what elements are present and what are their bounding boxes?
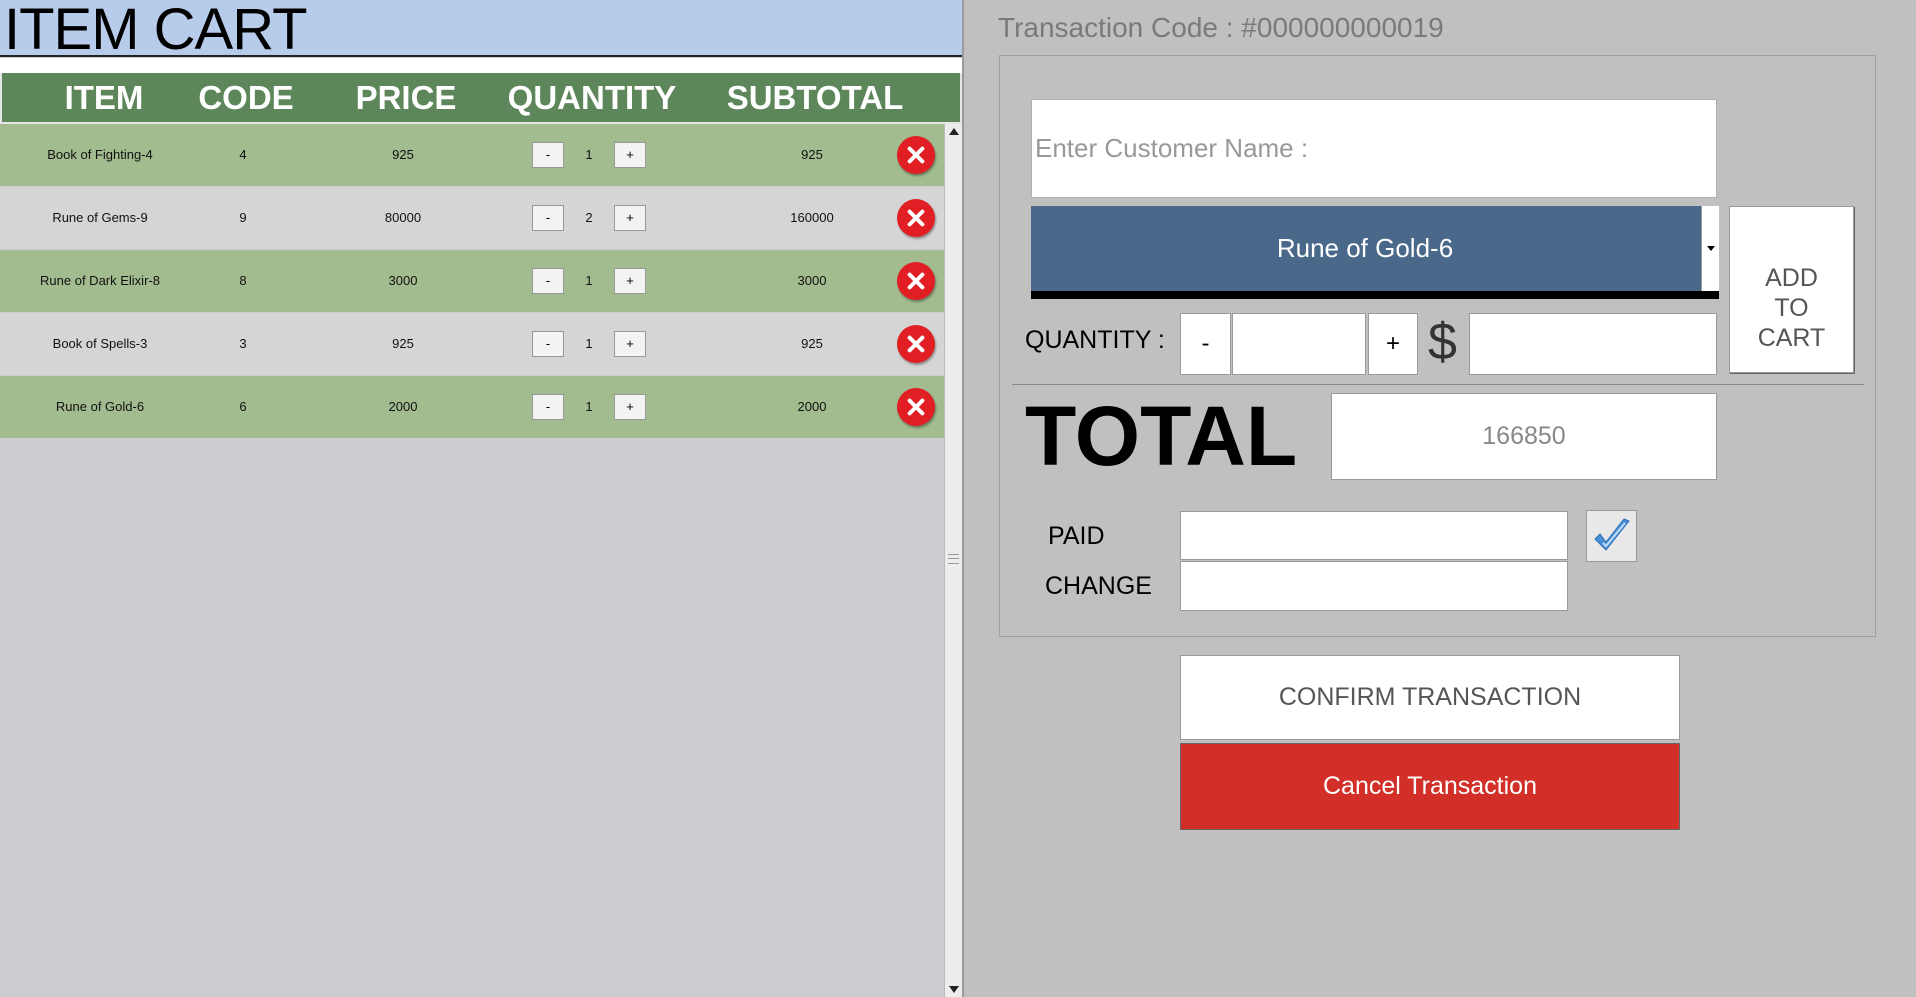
row-quantity-increment-button[interactable]: +: [614, 142, 646, 168]
close-circle-icon[interactable]: [897, 325, 935, 363]
cell-price: 3000: [388, 273, 418, 288]
cell-item: Rune of Dark Elixir-8: [40, 273, 160, 288]
cell-item: Book of Fighting-4: [47, 147, 153, 162]
row-quantity-decrement-button[interactable]: -: [532, 331, 564, 357]
cell-subtotal: 925: [801, 147, 823, 162]
table-row: Book of Spells-3 3 925 925 - 1 +: [0, 313, 944, 375]
form-separator: [1012, 384, 1864, 385]
scroll-grip[interactable]: [948, 554, 959, 564]
close-circle-icon[interactable]: [897, 262, 935, 300]
cell-quantity: 1: [585, 147, 593, 162]
add-to-cart-button[interactable]: ADD TO CART: [1729, 206, 1854, 373]
scroll-up-arrow-icon[interactable]: [949, 128, 959, 135]
item-cart-panel: ITEM CART ITEM CODE PRICE QUANTITY SUBTO…: [0, 0, 962, 997]
add-to-cart-label-line2: TO: [1774, 293, 1809, 322]
table-row: Rune of Gems-9 9 80000 160000 - 2 +: [0, 187, 944, 249]
cell-subtotal: 160000: [790, 210, 834, 225]
row-quantity-increment-button[interactable]: +: [614, 205, 646, 231]
cancel-transaction-button[interactable]: Cancel Transaction: [1180, 743, 1680, 830]
row-quantity-decrement-button[interactable]: -: [532, 268, 564, 294]
cell-item: Rune of Gems-9: [52, 210, 148, 225]
cell-item: Rune of Gold-6: [55, 399, 145, 414]
close-circle-icon[interactable]: [897, 136, 935, 174]
table-row: Rune of Gold-6 6 2000 2000 - 1 +: [0, 376, 944, 438]
paid-input[interactable]: [1180, 511, 1568, 560]
column-header-code: CODE: [198, 79, 294, 116]
cell-price: 2000: [388, 399, 418, 414]
change-input[interactable]: [1180, 561, 1568, 611]
row-quantity-decrement-button[interactable]: -: [532, 205, 564, 231]
add-to-cart-label-line1: ADD: [1765, 263, 1818, 292]
panel-divider: [962, 0, 964, 997]
customer-name-input[interactable]: [1031, 99, 1717, 198]
row-quantity-increment-button[interactable]: +: [614, 331, 646, 357]
cell-subtotal: 3000: [797, 273, 827, 288]
cell-code: 8: [239, 273, 247, 288]
cell-code: 3: [239, 336, 247, 351]
table-row: Book of Fighting-4 4 925 925 - 1 +: [0, 124, 944, 186]
scroll-down-arrow-icon[interactable]: [949, 986, 959, 993]
column-header-price: PRICE: [355, 79, 457, 116]
quantity-input[interactable]: [1232, 313, 1366, 375]
close-circle-icon[interactable]: [897, 388, 935, 426]
cart-column-header: ITEM CODE PRICE QUANTITY SUBTOTAL: [0, 73, 962, 124]
row-quantity-decrement-button[interactable]: -: [532, 142, 564, 168]
caret-down-icon[interactable]: [1701, 206, 1719, 291]
transaction-code: Transaction Code : #000000000019: [998, 12, 1444, 43]
cell-subtotal: 925: [801, 336, 823, 351]
quantity-decrement-button[interactable]: -: [1180, 313, 1231, 375]
cell-code: 6: [239, 399, 247, 414]
cell-quantity: 1: [585, 399, 593, 414]
add-to-cart-label-line3: CART: [1757, 323, 1826, 352]
cart-title-bar: ITEM CART: [0, 0, 962, 62]
close-circle-icon[interactable]: [897, 199, 935, 237]
cell-code: 4: [239, 147, 247, 162]
change-label: CHANGE: [1045, 572, 1152, 600]
dollar-sign: $: [1428, 313, 1457, 371]
cell-item: Book of Spells-3: [52, 336, 148, 351]
cell-price: 925: [392, 147, 414, 162]
confirm-paid-button[interactable]: [1586, 510, 1637, 562]
column-header-item: ITEM: [64, 79, 144, 116]
title-divider: [0, 58, 962, 73]
cell-quantity: 2: [585, 210, 593, 225]
cell-quantity: 1: [585, 336, 593, 351]
cart-title: ITEM CART: [4, 0, 307, 62]
cell-code: 9: [239, 210, 247, 225]
item-select-value[interactable]: Rune of Gold-6: [1031, 206, 1699, 291]
row-quantity-increment-button[interactable]: +: [614, 268, 646, 294]
cart-scrollbar[interactable]: [944, 124, 962, 997]
paid-label: PAID: [1048, 522, 1105, 550]
cell-price: 925: [392, 336, 414, 351]
cell-subtotal: 2000: [797, 399, 827, 414]
column-header-quantity: QUANTITY: [507, 79, 677, 116]
table-row: Rune of Dark Elixir-8 8 3000 3000 - 1 +: [0, 250, 944, 312]
cell-quantity: 1: [585, 273, 593, 288]
quantity-label: QUANTITY :: [1025, 326, 1165, 354]
row-quantity-decrement-button[interactable]: -: [532, 394, 564, 420]
confirm-transaction-button[interactable]: CONFIRM TRANSACTION: [1180, 655, 1680, 740]
checkmark-icon: [1594, 518, 1630, 551]
item-select-dropdown[interactable]: Rune of Gold-6: [1031, 206, 1719, 299]
total-value: 166850: [1331, 393, 1717, 480]
price-input[interactable]: [1469, 313, 1717, 375]
quantity-increment-button[interactable]: +: [1368, 313, 1418, 375]
cell-price: 80000: [384, 210, 422, 225]
column-header-subtotal: SUBTOTAL: [726, 79, 904, 116]
total-label: TOTAL: [1025, 389, 1298, 483]
row-quantity-increment-button[interactable]: +: [614, 394, 646, 420]
